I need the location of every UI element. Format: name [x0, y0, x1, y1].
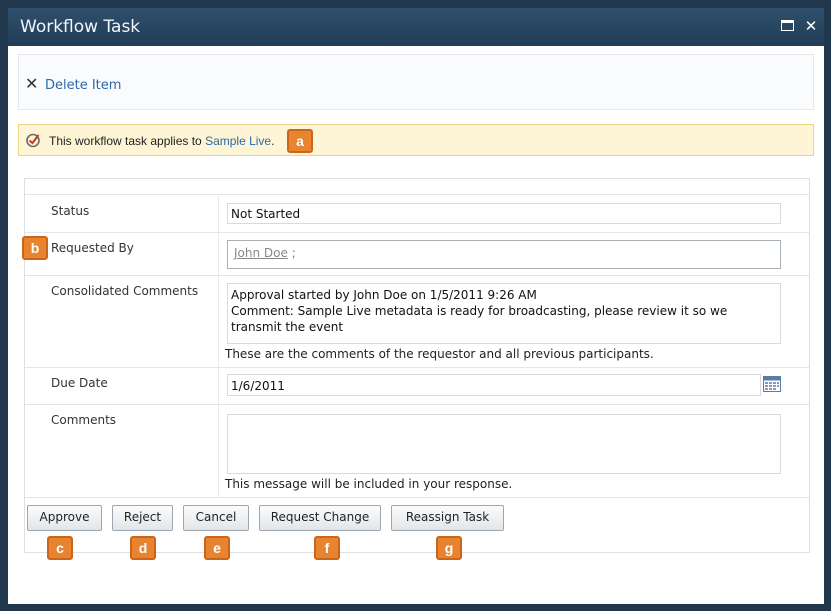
task-check-icon: [26, 133, 40, 148]
comments-textarea[interactable]: [227, 414, 781, 474]
form-header: [25, 179, 809, 195]
callout-g: g: [436, 536, 462, 560]
status-value: Not Started: [227, 203, 781, 224]
ribbon-toolbar: ✕ Delete Item: [18, 54, 814, 110]
row-due-date: Due Date 1/6/2011: [25, 368, 809, 405]
title-bar: Workflow Task ✕: [8, 8, 824, 46]
comment-line-3: transmit the event: [231, 320, 344, 334]
due-date-input[interactable]: 1/6/2011: [227, 374, 761, 396]
consolidated-comments-hint: These are the comments of the requestor …: [225, 347, 654, 361]
task-form: Status Not Started Requested By John Doe…: [24, 178, 810, 553]
close-icon[interactable]: ✕: [803, 18, 819, 34]
comment-line-2: Comment: Sample Live metadata is ready f…: [231, 304, 728, 318]
callout-e: e: [204, 536, 230, 560]
dialog-title: Workflow Task: [20, 17, 141, 37]
approve-button[interactable]: Approve: [27, 505, 102, 531]
request-change-button[interactable]: Request Change: [259, 505, 381, 531]
comments-label: Comments: [51, 413, 117, 427]
status-suffix: .: [271, 134, 275, 148]
status-message: This workflow task applies to Sample Liv…: [49, 134, 274, 148]
status-bar: This workflow task applies to Sample Liv…: [18, 124, 814, 156]
delete-icon[interactable]: ✕: [25, 76, 38, 92]
row-requested-by: Requested By John Doe ;: [25, 233, 809, 276]
sample-live-link[interactable]: Sample Live: [205, 134, 271, 148]
row-comments: Comments This message will be included i…: [25, 405, 809, 498]
callout-b: b: [22, 236, 48, 260]
reassign-task-button[interactable]: Reassign Task: [391, 505, 504, 531]
comment-line-1: Approval started by John Doe on 1/5/2011…: [231, 288, 537, 302]
consolidated-comments-label: Consolidated Comments: [51, 284, 199, 298]
due-date-label: Due Date: [51, 376, 108, 390]
requested-by-separator: ;: [291, 246, 296, 260]
requested-by-field[interactable]: John Doe ;: [227, 240, 781, 269]
comments-hint: This message will be included in your re…: [225, 477, 513, 491]
callout-c: c: [47, 536, 73, 560]
maximize-icon[interactable]: [780, 18, 796, 34]
requested-by-label: Requested By: [51, 241, 134, 255]
consolidated-comments-value: Approval started by John Doe on 1/5/2011…: [227, 283, 781, 344]
reject-button[interactable]: Reject: [112, 505, 173, 531]
dialog-content: ✕ Delete Item This workflow task applies…: [8, 46, 824, 604]
requested-by-user[interactable]: John Doe: [234, 246, 288, 260]
callout-d: d: [130, 536, 156, 560]
status-prefix: This workflow task applies to: [49, 134, 206, 148]
callout-f: f: [314, 536, 340, 560]
workflow-task-dialog: Workflow Task ✕ ✕ Delete Item This workf…: [0, 0, 831, 611]
row-consolidated-comments: Consolidated Comments Approval started b…: [25, 276, 809, 368]
calendar-icon[interactable]: [763, 376, 781, 392]
cancel-button[interactable]: Cancel: [183, 505, 249, 531]
callout-a: a: [287, 129, 313, 153]
status-label: Status: [51, 204, 90, 218]
row-status: Status Not Started: [25, 196, 809, 233]
delete-item-link[interactable]: Delete Item: [45, 78, 121, 93]
